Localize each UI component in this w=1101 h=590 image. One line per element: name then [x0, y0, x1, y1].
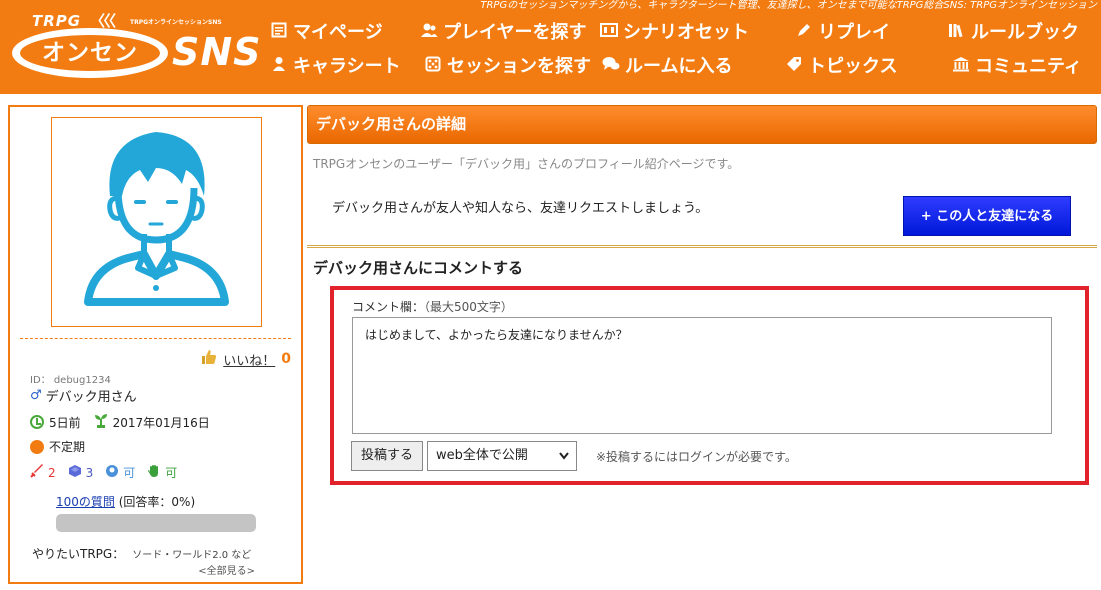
id-card-icon — [270, 22, 288, 40]
last-login: 5日前 — [49, 415, 81, 430]
like-row: いいね！ 0 — [201, 349, 291, 369]
site-tagline: TRPGのセッションマッチングから、キャラクターシート管理、友達探し、オンセまで… — [480, 0, 1097, 11]
profile-divider — [20, 338, 291, 339]
add-friend-button[interactable]: + この人と友達になる — [903, 196, 1071, 236]
site-logo[interactable]: TRPG 〈〈〈 TRPGオンラインセッションSNS オンセン SNS — [12, 10, 261, 86]
frequency: 不定期 — [49, 440, 86, 454]
dice-icon — [68, 464, 82, 481]
nav-find-players[interactable]: プレイヤーを探す — [420, 18, 586, 44]
tag-icon — [785, 56, 803, 74]
logo-trpg-text: TRPG — [32, 12, 82, 30]
comment-textarea[interactable]: はじめまして、よかったら友達になりませんか？ — [352, 317, 1052, 434]
comment-label-text: コメント欄： — [352, 300, 425, 314]
like-count: 0 — [281, 351, 291, 367]
nav-label: トピックス — [808, 56, 898, 77]
stats-row: 2 3 可 可 — [30, 464, 177, 481]
person-icon — [270, 56, 288, 74]
visibility-selected: web全体で公開 — [436, 448, 528, 463]
nav-label: リプレイ — [818, 22, 890, 43]
page-title: デバック用さんの詳細 — [307, 105, 1097, 144]
profile-intro: TRPGオンセンのユーザー「デバック用」さんのプロフィール紹介ページです。 — [313, 157, 740, 171]
male-icon: ♂ — [30, 388, 42, 403]
voice-icon — [105, 464, 119, 481]
sessions-pl-stat: 3 — [68, 464, 94, 481]
user-name: デバック用さん — [45, 390, 137, 405]
stat-value: 可 — [123, 466, 136, 480]
questions-link[interactable]: 100の質問 — [56, 495, 115, 509]
questions-row: 100の質問 (回答率：0%) — [56, 493, 195, 510]
users-icon — [420, 22, 438, 40]
frequency-row: 不定期 — [30, 438, 85, 455]
nav-label: シナリオセット — [623, 22, 749, 43]
user-name-row: ♂ デバック用さん — [30, 386, 137, 405]
avatar — [51, 117, 262, 327]
nav-label: プレイヤーを探す — [443, 22, 587, 43]
post-button[interactable]: 投稿する — [351, 441, 423, 471]
want-trpg-row: やりたいTRPG： ソード・ワールド2.0 など — [32, 545, 251, 562]
stat-value: 2 — [48, 465, 56, 480]
want-trpg-label: やりたいTRPG： — [32, 547, 125, 561]
sword-icon — [30, 464, 44, 481]
nav-rulebook[interactable]: ルールブック — [948, 18, 1079, 44]
building-icon — [952, 56, 970, 74]
section-divider — [307, 245, 1097, 248]
sprout-icon — [94, 412, 108, 432]
comment-heading: デバック用さんにコメントする — [313, 259, 524, 277]
nav-label: ルームに入る — [625, 56, 733, 77]
user-id: ID： debug1234 — [30, 375, 111, 386]
nav-replay[interactable]: リプレイ — [795, 18, 890, 44]
nav-label: ルールブック — [971, 22, 1079, 43]
registered-date: 2017年01月16日 — [112, 415, 210, 430]
pen-icon — [795, 22, 813, 40]
logo-sns-text: SNS — [172, 30, 262, 74]
questions-rate: (回答率：0%) — [118, 495, 196, 509]
nav-label: セッションを探す — [447, 56, 591, 77]
chevron-down-icon — [558, 442, 570, 480]
profile-card: いいね！ 0 ID： debug1234 ♂ デバック用さん 5日前 2017年… — [8, 105, 303, 584]
nav-label: コミュニティ — [975, 56, 1082, 77]
logo-onsen-text: オンセン — [20, 35, 160, 71]
nav-find-sessions[interactable]: セッションを探す — [424, 52, 591, 78]
comment-form: コメント欄：（最大500文字） はじめまして、よかったら友達になりませんか？ 投… — [330, 286, 1089, 485]
chat-icon — [602, 56, 620, 74]
stat-value: 可 — [165, 466, 178, 480]
show-all-link[interactable]: <全部見る> — [198, 562, 255, 577]
friend-request-text: デバック用さんが友人や知人なら、友達リクエストしましょう。 — [332, 201, 709, 216]
comment-label: コメント欄：（最大500文字） — [352, 298, 513, 315]
site-header: TRPGのセッションマッチングから、キャラクターシート管理、友達探し、オンセまで… — [0, 0, 1101, 94]
clock-icon — [30, 415, 44, 429]
nav-mypage[interactable]: マイページ — [270, 18, 383, 44]
comment-max-note: （最大500文字） — [424, 300, 513, 314]
nav-enter-room[interactable]: ルームに入る — [602, 52, 732, 78]
want-trpg-games: ソード・ワールド2.0 など — [132, 550, 252, 561]
logo-subtitle: TRPGオンラインセッションSNS — [130, 19, 222, 26]
sessions-gm-stat: 2 — [30, 464, 56, 481]
nav-label: マイページ — [293, 22, 383, 43]
nav-topics[interactable]: トピックス — [785, 52, 897, 78]
text-session-stat: 可 — [147, 464, 177, 481]
login-required-note: ※投稿するにはログインが必要です。 — [596, 450, 797, 464]
dice-icon — [424, 56, 442, 74]
login-register-row: 5日前 2017年01月16日 — [30, 412, 210, 432]
nav-label: キャラシート — [293, 56, 401, 77]
visibility-select[interactable]: web全体で公開 — [427, 441, 577, 471]
like-link[interactable]: いいね！ — [223, 350, 275, 369]
book-icon — [600, 22, 618, 40]
nav-community[interactable]: コミュニティ — [952, 52, 1082, 78]
voice-stat: 可 — [105, 464, 135, 481]
stat-value: 3 — [85, 465, 94, 480]
thumbs-up-icon — [201, 349, 217, 369]
answer-rate-bar — [56, 514, 256, 532]
avatar-person-icon — [84, 132, 229, 306]
nav-character-sheet[interactable]: キャラシート — [270, 52, 401, 78]
nav-scenario-set[interactable]: シナリオセット — [600, 18, 749, 44]
frequency-icon — [30, 439, 44, 454]
library-icon — [948, 22, 966, 40]
hand-icon — [147, 464, 161, 481]
